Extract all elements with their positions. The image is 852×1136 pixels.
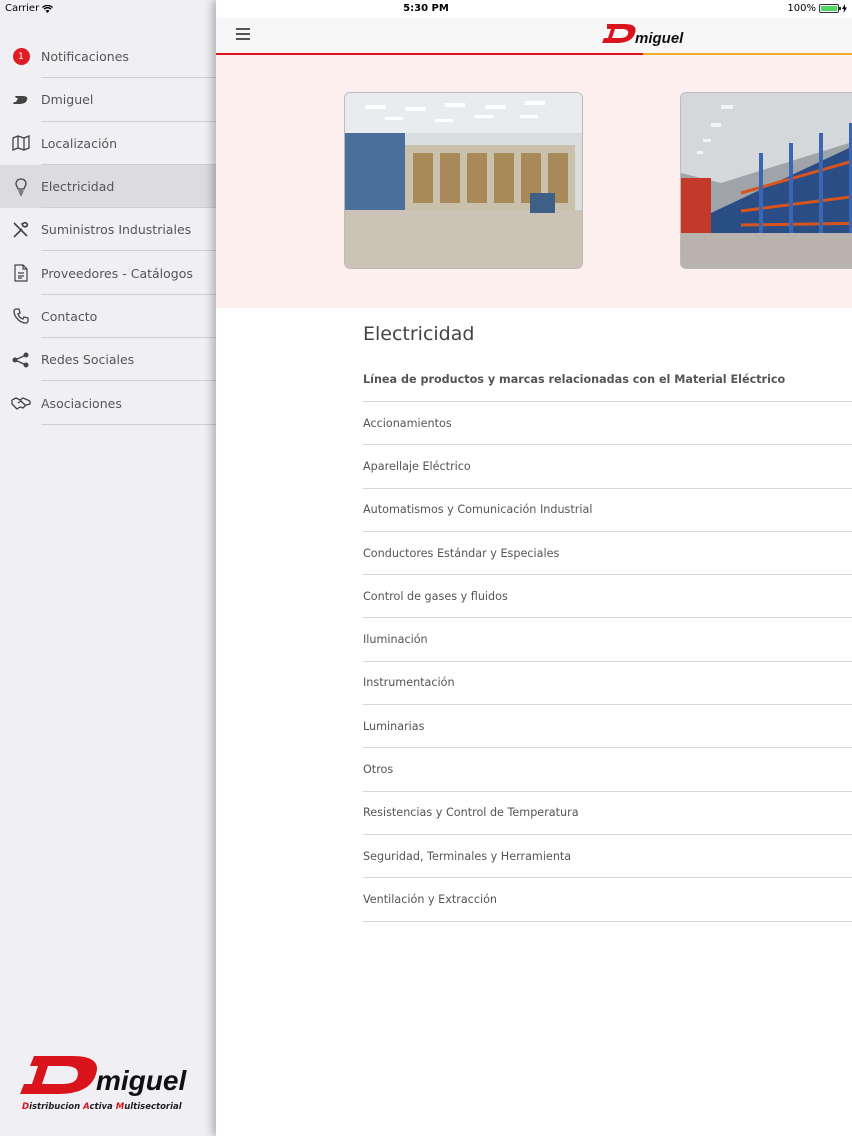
- sidebar-item-redes-sociales[interactable]: Redes Sociales: [0, 338, 216, 382]
- tagline-part: M: [115, 1102, 125, 1112]
- category-label: Instrumentación: [363, 676, 455, 690]
- sidebar-logo-tagline: Distribucion Activa Multisectorial: [22, 1102, 182, 1112]
- sidebar-brand-logo: miguel Distribucion Activa Multisectoria…: [20, 1052, 190, 1118]
- product-category-list: Accionamientos Aparellaje Eléctrico Automa…: [363, 402, 852, 922]
- page-title: Electricidad: [363, 323, 475, 345]
- header-logo-text: miguel: [635, 30, 684, 47]
- category-label: Resistencias y Control de Temperatura: [363, 806, 579, 820]
- category-label: Iluminación: [363, 633, 428, 647]
- sidebar-item-contacto[interactable]: Contacto: [0, 295, 216, 339]
- sidebar-item-label: Proveedores - Catálogos: [41, 265, 193, 281]
- category-list-item[interactable]: Otros: [363, 748, 852, 792]
- notification-count-badge: 1: [12, 48, 30, 66]
- bulb-icon: [11, 177, 31, 197]
- category-list-item[interactable]: Conductores Estándar y Especiales: [363, 532, 852, 576]
- sidebar-item-dmiguel[interactable]: Dmiguel: [0, 78, 216, 122]
- category-list-item[interactable]: Automatismos y Comunicación Industrial: [363, 489, 852, 532]
- category-label: Luminarias: [363, 719, 425, 733]
- share-icon: [11, 350, 31, 370]
- category-list-item[interactable]: Resistencias y Control de Temperatura: [363, 792, 852, 835]
- category-label: Control de gases y fluidos: [363, 589, 508, 603]
- status-bar: Carrier 5:30 PM 100%: [0, 0, 852, 18]
- category-list-item[interactable]: Iluminación: [363, 618, 852, 662]
- tagline-part: ctiva: [89, 1102, 116, 1112]
- charging-icon: [842, 4, 847, 13]
- sidebar-item-proveedores-catalogos[interactable]: Proveedores - Catálogos: [0, 251, 216, 295]
- sidebar-item-asociaciones[interactable]: Asociaciones: [0, 381, 216, 425]
- sidebar-item-label: Contacto: [41, 308, 98, 324]
- phone-icon: [11, 306, 31, 326]
- showroom-photo[interactable]: [344, 92, 583, 269]
- category-list-item[interactable]: Aparellaje Eléctrico: [363, 445, 852, 489]
- category-label: Otros: [363, 763, 394, 777]
- category-list-item[interactable]: Control de gases y fluidos: [363, 575, 852, 619]
- sidebar-item-label: Localización: [41, 135, 118, 151]
- warehouse-photo[interactable]: [680, 92, 852, 269]
- dmiguel-logo-icon: [11, 90, 31, 110]
- dmiguel-logo-graphic: miguel: [20, 1056, 187, 1096]
- sidebar-item-label: Dmiguel: [41, 92, 94, 108]
- category-label: Accionamientos: [363, 416, 452, 430]
- category-label: Conductores Estándar y Especiales: [363, 546, 560, 560]
- sidebar-menu-list: 1 Notificaciones Dmiguel Localización Electr…: [0, 35, 216, 425]
- hamburger-menu-button[interactable]: [236, 28, 250, 40]
- battery-icon: [819, 4, 841, 13]
- sidebar-item-notificaciones[interactable]: 1 Notificaciones: [0, 35, 216, 79]
- category-label: Automatismos y Comunicación Industrial: [363, 503, 593, 517]
- sidebar-item-label: Suministros Industriales: [41, 222, 192, 238]
- category-list-item[interactable]: Instrumentación: [363, 662, 852, 706]
- section-subtitle: Línea de productos y marcas relacionadas…: [363, 373, 786, 386]
- category-label: Aparellaje Eléctrico: [363, 459, 471, 473]
- category-label: Seguridad, Terminales y Herramienta: [363, 849, 572, 863]
- sidebar-item-electricidad[interactable]: Electricidad: [0, 164, 216, 209]
- battery-percent: 100%: [787, 3, 816, 14]
- battery-indicator: 100%: [787, 3, 847, 14]
- tagline-part: istribucion: [29, 1102, 84, 1112]
- tagline-part: D: [22, 1102, 30, 1112]
- category-list-item[interactable]: Ventilación y Extracción: [363, 878, 852, 922]
- document-icon: [11, 263, 31, 283]
- header-brand-logo: miguel: [602, 22, 686, 48]
- clock: 5:30 PM: [403, 3, 449, 14]
- tagline-part: ultisectorial: [124, 1102, 182, 1112]
- category-list-item[interactable]: Luminarias: [363, 705, 852, 749]
- sidebar-logo-text: miguel: [96, 1065, 187, 1096]
- sidebar-item-localizacion[interactable]: Localización: [0, 122, 216, 165]
- category-list-item[interactable]: Seguridad, Terminales y Herramienta: [363, 835, 852, 879]
- sidebar-item-suministros-industriales[interactable]: Suministros Industriales: [0, 208, 216, 252]
- main-panel: miguel Electricidad Línea de productos y…: [216, 0, 852, 1136]
- sidebar-item-label: Electricidad: [41, 179, 115, 195]
- handshake-icon: [11, 393, 31, 413]
- image-carousel[interactable]: [216, 55, 852, 308]
- map-icon: [11, 133, 31, 153]
- sidebar-item-label: Notificaciones: [41, 49, 129, 65]
- top-navigation-bar: miguel: [216, 18, 852, 55]
- notification-badge-icon: 1: [11, 47, 31, 67]
- sidebar-item-label: Redes Sociales: [41, 352, 135, 368]
- category-list-item[interactable]: Accionamientos: [363, 402, 852, 446]
- menu-divider: [41, 423, 216, 425]
- sidebar-item-label: Asociaciones: [41, 395, 122, 411]
- tools-icon: [11, 220, 31, 240]
- category-label: Ventilación y Extracción: [363, 892, 498, 906]
- sidebar-menu: 1 Notificaciones Dmiguel Localización Electr…: [0, 0, 216, 1136]
